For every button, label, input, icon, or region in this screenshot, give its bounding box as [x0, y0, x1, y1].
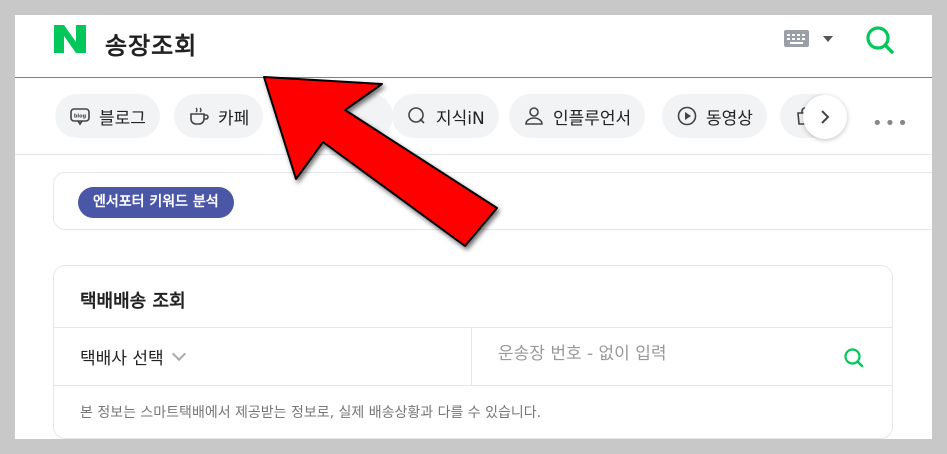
invoice-number-input[interactable]	[498, 344, 798, 364]
page-title: 송장조회	[105, 32, 198, 60]
tabs-next-button[interactable]	[803, 95, 847, 139]
tab-label: 카페	[218, 108, 250, 129]
tab-label: 인플루언서	[553, 108, 632, 129]
tab-label: 동영상	[706, 108, 753, 129]
search-tabs: blog 블로그 카페 지식iN 인플루언서 동영상 •••	[15, 79, 932, 155]
keyword-panel: 엔서포터 키워드 분석	[53, 172, 932, 230]
browser-frame: 송장조회 blog 블로그 카페 지식iN 인플루언서 동영상 ••• 엔서포터…	[15, 15, 932, 439]
keyboard-icon[interactable]	[784, 30, 809, 47]
person-icon	[525, 107, 543, 125]
tab-video[interactable]: 동영상	[662, 94, 767, 138]
tab-label: 지식iN	[436, 108, 485, 129]
chevron-down-icon[interactable]	[823, 36, 833, 42]
svg-text:blog: blog	[74, 114, 87, 120]
more-menu-icon[interactable]: •••	[872, 113, 910, 134]
tab-cafe[interactable]: 카페	[174, 94, 264, 138]
tab-label: 블로그	[99, 108, 146, 129]
play-icon	[677, 106, 697, 126]
blog-icon: blog	[70, 108, 90, 126]
keyword-analysis-badge[interactable]: 엔서포터 키워드 분석	[78, 187, 234, 218]
tracking-form: 택배사 선택	[54, 327, 892, 386]
search-icon[interactable]	[842, 346, 866, 370]
tracking-card: 택배배송 조회 택배사 선택 본 정보는 스마트택배에서 제공받는 정보로, 실…	[53, 265, 893, 439]
cafe-icon	[190, 107, 209, 125]
chevron-down-icon	[171, 346, 186, 361]
naver-logo[interactable]	[54, 25, 86, 53]
carrier-select-label: 택배사 선택	[80, 349, 164, 369]
divider	[471, 328, 472, 385]
tab-image[interactable]	[277, 94, 393, 138]
kin-icon	[408, 107, 425, 124]
tab-blog[interactable]: blog 블로그	[55, 94, 160, 138]
header: 송장조회	[15, 15, 932, 78]
search-icon[interactable]	[864, 24, 896, 56]
tracking-title: 택배배송 조회	[80, 291, 186, 312]
tracking-notice: 본 정보는 스마트택배에서 제공받는 정보로, 실제 배송상황과 다를 수 있습…	[80, 405, 542, 421]
carrier-select[interactable]: 택배사 선택	[80, 344, 186, 369]
tab-influencer[interactable]: 인플루언서	[509, 94, 646, 138]
tab-kin[interactable]: 지식iN	[392, 94, 499, 138]
chevron-right-icon	[821, 110, 830, 124]
